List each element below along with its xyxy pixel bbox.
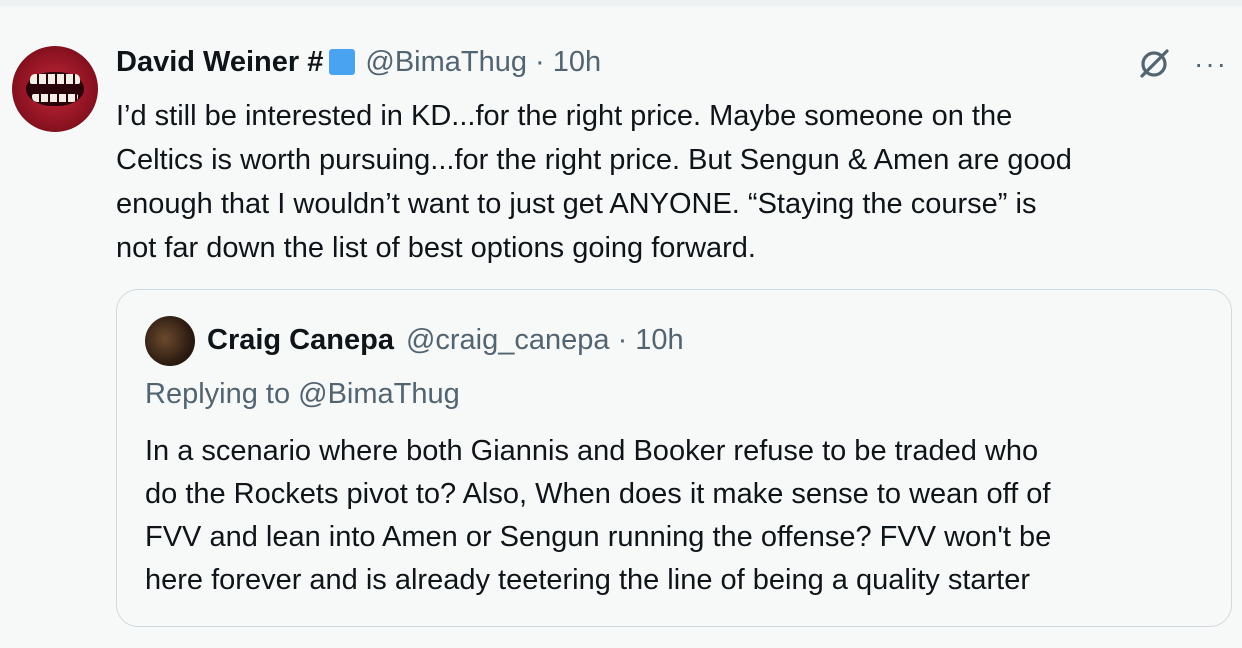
quoted-text-line: In a scenario where both Giannis and Boo… [145, 435, 1039, 467]
quoted-author-name[interactable]: Craig Canepa [207, 324, 394, 357]
replying-to-text: Replying to @BimaThug [145, 378, 460, 410]
author-handle-time[interactable]: @BimaThug · 10h [365, 46, 601, 79]
quoted-text-line: do the Rockets pivot to? Also, When does… [145, 478, 1051, 510]
quoted-tweet[interactable]: Craig Canepa @craig_canepa · 10h Replyin… [116, 289, 1232, 627]
quoted-text-line: FVV and lean into Amen or Sengun running… [145, 521, 1052, 553]
tweet-text-line: enough that I wouldn’t want to just get … [116, 188, 1037, 220]
quoted-header: Craig Canepa @craig_canepa · 10h [207, 318, 684, 362]
blue-square-emoji-icon [329, 49, 356, 75]
tweet-text-line: Celtics is worth pursuing...for the righ… [116, 144, 1072, 176]
tweet-actions: ··· [1136, 46, 1228, 82]
tweet-text-line: I’d still be interested in KD...for the … [116, 100, 1013, 132]
tweet-text: I’d still be interested in KD...for the … [116, 94, 1226, 270]
avatar-teeth-bottom [32, 94, 78, 102]
author-name[interactable]: David Weiner # [116, 46, 323, 79]
grok-icon[interactable] [1136, 46, 1172, 82]
tweet[interactable]: David Weiner # @BimaThug · 10h ··· I’d s… [0, 6, 1242, 648]
quoted-handle-time[interactable]: @craig_canepa · 10h [406, 324, 684, 357]
quoted-text-line: here forever and is already teetering th… [145, 564, 1031, 596]
tweet-text-line: not far down the list of best options go… [116, 232, 756, 264]
more-options-icon[interactable]: ··· [1194, 50, 1228, 78]
avatar-teeth-top [30, 74, 80, 84]
avatar[interactable] [12, 46, 98, 132]
quoted-text: In a scenario where both Giannis and Boo… [145, 430, 1215, 602]
tweet-header: David Weiner # @BimaThug · 10h [116, 42, 601, 82]
quoted-avatar[interactable] [145, 316, 195, 366]
